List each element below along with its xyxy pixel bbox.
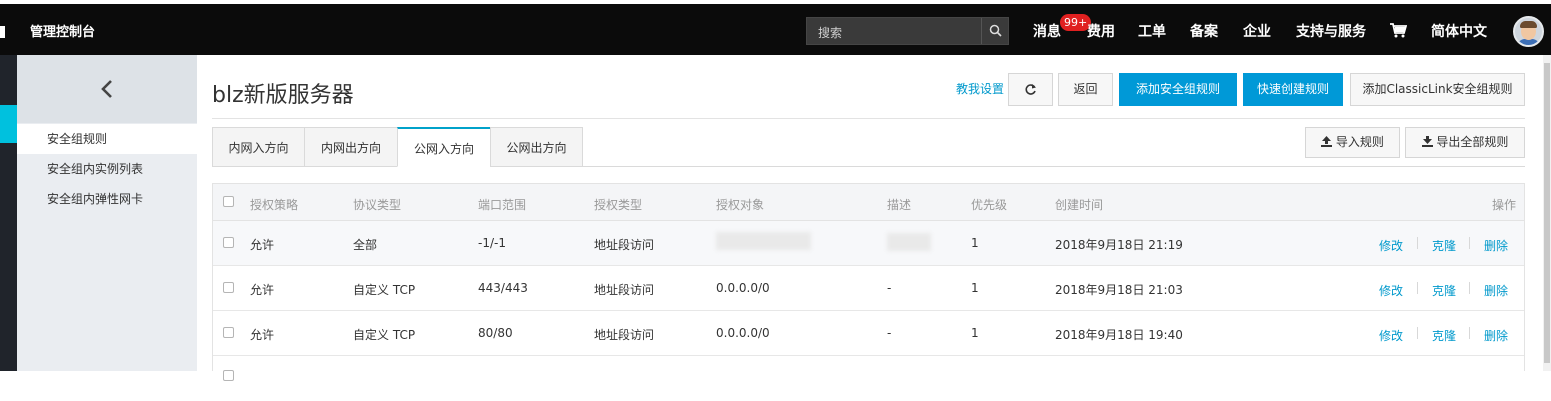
product-rail: [0, 55, 17, 371]
edit-link[interactable]: 修改: [1379, 282, 1403, 299]
cell-port: 443/443: [478, 281, 528, 295]
import-button[interactable]: 导入规则: [1305, 127, 1400, 158]
cell-created: 2018年9月18日 19:40: [1055, 328, 1183, 342]
tab-internet-out[interactable]: 公网出方向: [490, 127, 583, 167]
cell-port: -1/-1: [478, 236, 506, 250]
delete-link[interactable]: 删除: [1484, 237, 1508, 254]
edit-link[interactable]: 修改: [1379, 327, 1403, 344]
logo-icon: [0, 26, 5, 38]
tab-intranet-in[interactable]: 内网入方向: [212, 127, 305, 167]
table-row: 允许 自定义 TCP 80/80 地址段访问 0.0.0.0/0 - 1 201…: [213, 311, 1524, 356]
nav-support[interactable]: 支持与服务: [1296, 21, 1366, 41]
upload-icon: [1321, 136, 1333, 147]
nav-messages[interactable]: 消息: [1033, 21, 1061, 41]
cell-desc: -: [887, 281, 892, 295]
nav-icp[interactable]: 备案: [1190, 21, 1218, 41]
cell-created: 2018年9月18日 21:03: [1055, 283, 1183, 297]
download-icon: [1421, 136, 1433, 147]
edit-link[interactable]: 修改: [1379, 237, 1403, 254]
nav-billing[interactable]: 费用: [1087, 21, 1115, 41]
rail-active-item[interactable]: [0, 105, 17, 143]
back-nav[interactable]: [17, 55, 197, 123]
nav-enterprise[interactable]: 企业: [1243, 21, 1271, 41]
nav-tickets[interactable]: 工单: [1138, 21, 1166, 41]
add-rule-button[interactable]: 添加安全组规则: [1119, 73, 1237, 106]
cell-priority: 1: [971, 281, 979, 295]
row-checkbox[interactable]: [223, 327, 234, 338]
refresh-icon: [1025, 84, 1036, 95]
page-title: blz新版服务器: [212, 83, 354, 108]
col-priority: 优先级: [971, 198, 1008, 212]
nav-language[interactable]: 简体中文: [1431, 21, 1487, 41]
cell-auth-type: 地址段访问: [594, 238, 655, 252]
divider: [212, 118, 1525, 119]
quick-create-button[interactable]: 快速创建规则: [1243, 73, 1343, 106]
cell-created: 2018年9月18日 21:19: [1055, 238, 1183, 252]
export-label: 导出全部规则: [1436, 135, 1509, 149]
cart-icon[interactable]: [1390, 23, 1407, 38]
col-actions: 操作: [1492, 198, 1517, 212]
cell-auth-type: 地址段访问: [594, 328, 655, 342]
col-port: 端口范围: [478, 198, 527, 212]
clone-link[interactable]: 克隆: [1432, 327, 1456, 344]
page-scrollbar[interactable]: [1543, 55, 1551, 371]
cell-port: 80/80: [478, 326, 513, 340]
clone-link[interactable]: 克隆: [1432, 282, 1456, 299]
col-protocol: 协议类型: [353, 198, 402, 212]
help-link[interactable]: 教我设置: [956, 80, 1004, 97]
tab-internet-in[interactable]: 公网入方向: [397, 127, 491, 167]
table-row: 允许 自定义 TCP 443/443 地址段访问 0.0.0.0/0 - 1 2…: [213, 266, 1524, 311]
side-item-rules[interactable]: 安全组规则: [17, 124, 197, 154]
col-desc: 描述: [887, 198, 912, 212]
table-header: 授权策略 协议类型 端口范围 授权类型 授权对象 描述 优先级 创建时间 操作: [213, 184, 1524, 221]
avatar[interactable]: [1513, 16, 1544, 47]
back-button[interactable]: 返回: [1058, 73, 1113, 106]
tab-intranet-out[interactable]: 内网出方向: [304, 127, 398, 167]
cell-object: 0.0.0.0/0: [716, 326, 770, 340]
cell-protocol: 自定义 TCP: [353, 328, 416, 342]
cell-object: 0.0.0.0/0: [716, 281, 770, 295]
search-box[interactable]: 搜索: [806, 17, 1009, 45]
cell-protocol: 全部: [353, 238, 378, 252]
cell-desc: -: [887, 326, 892, 340]
col-created: 创建时间: [1055, 198, 1104, 212]
col-auth-type: 授权类型: [594, 198, 643, 212]
delete-link[interactable]: 删除: [1484, 327, 1508, 344]
cell-auth-type: 地址段访问: [594, 283, 655, 297]
export-button[interactable]: 导出全部规则: [1405, 127, 1525, 158]
cell-policy: 允许: [250, 238, 275, 252]
table-row: 允许 全部 -1/-1 地址段访问 1 2018年9月18日 21:19 修改 …: [213, 221, 1524, 266]
clone-link[interactable]: 克隆: [1432, 237, 1456, 254]
redacted-desc: [887, 233, 931, 251]
classiclink-button[interactable]: 添加ClassicLink安全组规则: [1350, 73, 1525, 106]
cell-policy: 允许: [250, 328, 275, 342]
top-bar: 管理控制台 搜索 消息 99+ 费用 工单 备案 企业 支持与服务 简体中文: [0, 0, 1551, 55]
scrollbar-thumb[interactable]: [1544, 63, 1550, 363]
cell-policy: 允许: [250, 283, 275, 297]
side-item-instances[interactable]: 安全组内实例列表: [17, 154, 197, 184]
chevron-left-icon: [101, 80, 112, 98]
cell-priority: 1: [971, 236, 979, 250]
side-menu: 安全组规则 安全组内实例列表 安全组内弹性网卡: [17, 55, 197, 371]
col-policy: 授权策略: [250, 198, 299, 212]
rules-table: 授权策略 协议类型 端口范围 授权类型 授权对象 描述 优先级 创建时间 操作 …: [212, 183, 1525, 381]
search-button[interactable]: [981, 18, 1008, 44]
select-all-checkbox[interactable]: [223, 196, 234, 207]
table-row: [213, 356, 1524, 401]
col-object: 授权对象: [716, 198, 765, 212]
console-title[interactable]: 管理控制台: [30, 21, 95, 40]
search-icon: [989, 24, 1002, 37]
import-label: 导入规则: [1335, 135, 1384, 149]
cell-priority: 1: [971, 326, 979, 340]
row-checkbox[interactable]: [223, 370, 234, 381]
row-checkbox[interactable]: [223, 282, 234, 293]
cell-protocol: 自定义 TCP: [353, 283, 416, 297]
refresh-button[interactable]: [1008, 73, 1053, 106]
delete-link[interactable]: 删除: [1484, 282, 1508, 299]
side-item-eni[interactable]: 安全组内弹性网卡: [17, 184, 197, 214]
redacted-object: [716, 232, 811, 250]
row-checkbox[interactable]: [223, 237, 234, 248]
search-input[interactable]: 搜索: [818, 24, 842, 41]
